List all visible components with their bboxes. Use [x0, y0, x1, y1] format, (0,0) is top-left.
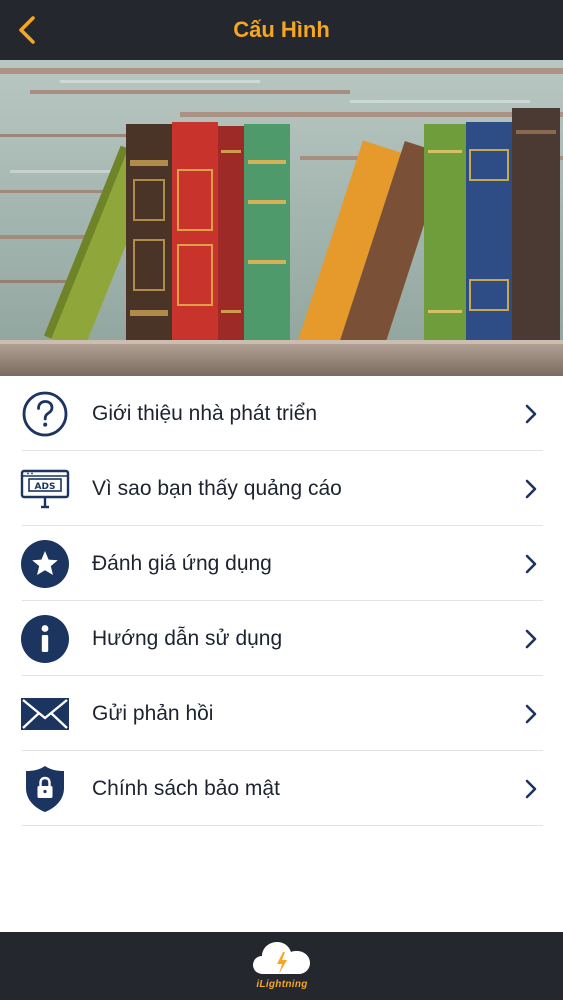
menu-item-label: Giới thiệu nhà phát triển [92, 401, 318, 425]
logo-text: iLightning [256, 979, 308, 990]
menu-item-developer-info[interactable]: Giới thiệu nhà phát triển [0, 376, 563, 451]
chevron-right-icon [525, 779, 537, 798]
menu-item-label: Hướng dẫn sử dụng [92, 626, 283, 650]
star-circle-icon [20, 539, 70, 589]
menu-item-label: Chính sách bảo mật [92, 776, 280, 800]
chevron-right-icon [525, 404, 537, 423]
cloud-lightning-icon [253, 942, 310, 974]
chevron-right-icon [525, 554, 537, 573]
chevron-right-icon [525, 479, 537, 498]
menu-item-send-feedback[interactable]: Gửi phản hồi [0, 676, 563, 751]
chevron-right-icon [525, 704, 537, 723]
menu-item-user-guide[interactable]: Hướng dẫn sử dụng [0, 601, 563, 676]
chevron-left-icon [19, 16, 35, 44]
app-logo: iLightning [249, 938, 315, 994]
top-bar: Cấu Hình [0, 0, 563, 60]
chevron-right-icon [525, 629, 537, 648]
menu-item-rate-app[interactable]: Đánh giá ứng dụng [0, 526, 563, 601]
svg-text:ADS: ADS [35, 482, 56, 492]
menu-item-label: Đánh giá ứng dụng [92, 551, 272, 575]
menu-item-privacy-policy[interactable]: Chính sách bảo mật [0, 751, 563, 826]
envelope-icon [20, 689, 70, 739]
info-circle-icon [20, 614, 70, 664]
settings-menu: Giới thiệu nhà phát triển ADS Vì sao bạn… [0, 376, 563, 826]
ads-billboard-icon: ADS [20, 464, 70, 514]
menu-item-label: Vì sao bạn thấy quảng cáo [92, 476, 342, 500]
shield-lock-icon [20, 764, 70, 814]
menu-item-why-ads[interactable]: ADS Vì sao bạn thấy quảng cáo [0, 451, 563, 526]
back-button[interactable] [6, 8, 50, 52]
question-circle-icon [20, 389, 70, 439]
page-title: Cấu Hình [233, 17, 330, 42]
menu-item-label: Gửi phản hồi [92, 701, 214, 725]
banner-image [0, 60, 563, 376]
